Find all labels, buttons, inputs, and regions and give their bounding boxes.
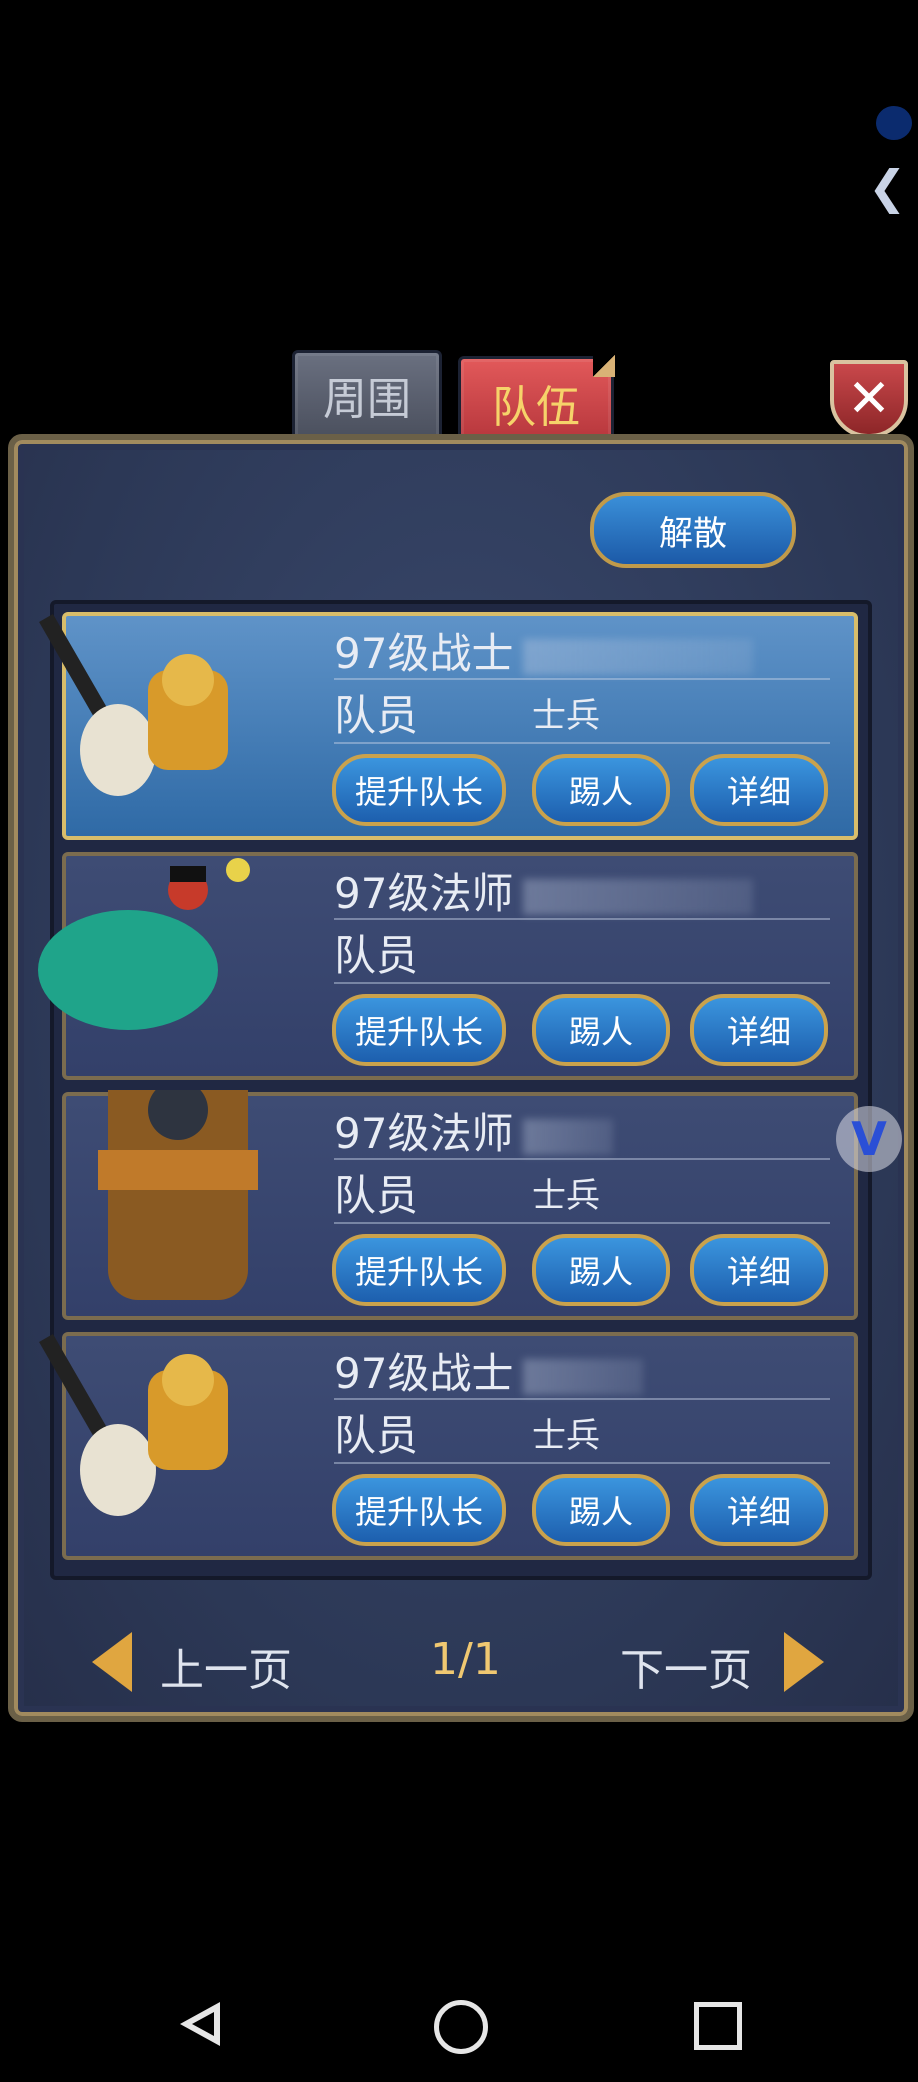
mech-avatar-icon: [98, 1090, 258, 1300]
tab-nearby[interactable]: 周围: [292, 350, 442, 440]
member-role: 队员: [334, 691, 419, 740]
page-indicator: 1/1: [430, 1634, 501, 1685]
warrior-avatar-icon: [39, 614, 228, 796]
member-title: 97级战士: [334, 1340, 644, 1401]
member-card[interactable]: 97级战士 队员 士兵 提升队长 踢人 详细: [39, 1332, 858, 1560]
close-icon: ✕: [847, 369, 891, 429]
member-rank: 士兵: [532, 1416, 600, 1456]
divider: [334, 918, 830, 920]
tab-nearby-label: 周围: [323, 374, 411, 425]
promote-leader-button[interactable]: 提升队长: [332, 1474, 506, 1546]
warrior-avatar-icon: [39, 1334, 228, 1516]
kick-button[interactable]: 踢人: [532, 1474, 670, 1546]
member-role: 队员: [334, 931, 419, 980]
prev-page-button[interactable]: 上一页: [160, 1634, 292, 1698]
promote-leader-button[interactable]: 提升队长: [332, 994, 506, 1066]
member-card[interactable]: 97级法师 队员 士兵 提升队长 踢人 详细: [62, 1090, 858, 1320]
member-role: 队员: [334, 1171, 419, 1220]
promote-leader-button[interactable]: 提升队长: [332, 754, 506, 826]
promote-leader-button[interactable]: 提升队长: [332, 1234, 506, 1306]
member-rank: 士兵: [532, 696, 600, 736]
detail-button[interactable]: 详细: [690, 1234, 828, 1306]
divider: [334, 742, 830, 744]
detail-button[interactable]: 详细: [690, 754, 828, 826]
tab-team-label: 队伍: [492, 382, 580, 433]
back-icon-inner: [192, 2012, 214, 2036]
home-icon[interactable]: [434, 2000, 488, 2054]
detail-button[interactable]: 详细: [690, 1474, 828, 1546]
divider: [334, 1398, 830, 1400]
divider: [334, 678, 830, 680]
next-page-button[interactable]: 下一页: [620, 1634, 752, 1698]
member-title: 97级法师: [334, 860, 754, 921]
kick-button[interactable]: 踢人: [532, 994, 670, 1066]
member-rank: 士兵: [532, 1176, 600, 1216]
member-title: 97级法师: [334, 1100, 614, 1161]
kick-button[interactable]: 踢人: [532, 754, 670, 826]
member-card[interactable]: 97级战士 队员 士兵 提升队长 踢人 详细: [39, 612, 858, 840]
divider: [334, 1158, 830, 1160]
mage-avatar-icon: [38, 858, 250, 1030]
side-collapse-arrow-icon[interactable]: ❮: [868, 160, 907, 214]
member-title: 97级战士: [334, 620, 754, 681]
divider: [334, 982, 830, 984]
floating-v-badge[interactable]: V: [836, 1106, 902, 1172]
close-button[interactable]: ✕: [830, 360, 908, 438]
next-page-arrow-icon[interactable]: [784, 1632, 824, 1692]
member-card[interactable]: 97级法师 队员 提升队长 踢人 详细: [38, 852, 858, 1080]
tab-corner-decoration: [593, 355, 615, 377]
member-role: 队员: [334, 1411, 419, 1460]
kick-button[interactable]: 踢人: [532, 1234, 670, 1306]
divider: [334, 1462, 830, 1464]
recent-apps-icon[interactable]: [694, 2002, 742, 2050]
detail-button[interactable]: 详细: [690, 994, 828, 1066]
side-orb-icon: [876, 106, 912, 140]
disband-button[interactable]: 解散: [590, 492, 796, 568]
prev-page-arrow-icon[interactable]: [92, 1632, 132, 1692]
divider: [334, 1222, 830, 1224]
